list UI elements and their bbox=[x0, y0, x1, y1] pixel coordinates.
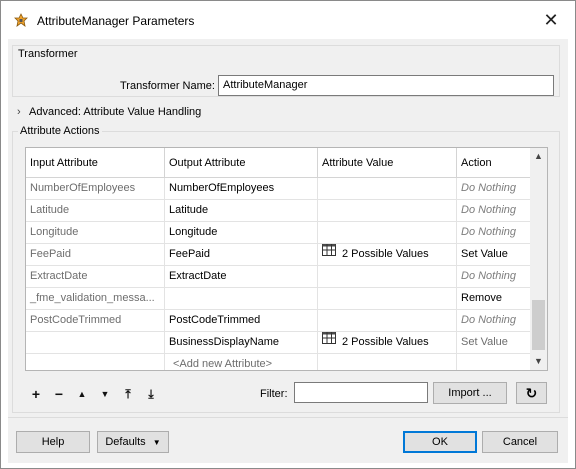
transformer-name-label: Transformer Name: bbox=[120, 80, 215, 92]
action-cell[interactable]: Do Nothing bbox=[457, 310, 530, 332]
scroll-thumb[interactable] bbox=[532, 300, 545, 350]
output-cell[interactable]: Longitude bbox=[165, 222, 318, 244]
column-header-action[interactable]: Action bbox=[457, 148, 530, 178]
table-row[interactable]: NumberOfEmployees NumberOfEmployees Do N… bbox=[26, 178, 530, 200]
output-cell[interactable] bbox=[165, 288, 318, 310]
output-cell[interactable]: BusinessDisplayName bbox=[165, 332, 318, 354]
value-cell[interactable] bbox=[318, 310, 457, 332]
value-cell[interactable] bbox=[318, 288, 457, 310]
output-cell[interactable]: FeePaid bbox=[165, 244, 318, 266]
advanced-section-toggle[interactable]: › Advanced: Attribute Value Handling bbox=[17, 106, 201, 118]
value-cell[interactable]: 2 Possible Values bbox=[318, 332, 457, 354]
footer-divider bbox=[8, 417, 568, 418]
value-cell[interactable] bbox=[318, 200, 457, 222]
table-row[interactable]: _fme_validation_messa... Remove bbox=[26, 288, 530, 310]
action-cell[interactable]: Do Nothing bbox=[457, 222, 530, 244]
move-down-button[interactable]: ▼ bbox=[96, 385, 114, 403]
output-cell[interactable]: PostCodeTrimmed bbox=[165, 310, 318, 332]
defaults-label: Defaults bbox=[105, 436, 146, 448]
transformer-group: Transformer Transformer Name: AttributeM… bbox=[12, 45, 560, 97]
refresh-button[interactable]: ↻ bbox=[516, 382, 547, 404]
table-grid-icon bbox=[322, 244, 336, 264]
value-cell[interactable] bbox=[318, 266, 457, 288]
table-row[interactable]: BusinessDisplayName 2 Possible Values Se… bbox=[26, 332, 530, 354]
column-header-input[interactable]: Input Attribute bbox=[26, 148, 165, 178]
remove-attribute-button[interactable]: − bbox=[50, 385, 68, 403]
add-attribute-button[interactable]: + bbox=[27, 385, 45, 403]
value-cell[interactable] bbox=[318, 354, 457, 370]
help-button[interactable]: Help bbox=[16, 431, 90, 453]
input-cell[interactable]: FeePaid bbox=[26, 244, 165, 266]
attribute-actions-label: Attribute Actions bbox=[18, 125, 102, 137]
input-cell[interactable] bbox=[26, 332, 165, 354]
input-cell[interactable]: _fme_validation_messa... bbox=[26, 288, 165, 310]
input-cell[interactable]: PostCodeTrimmed bbox=[26, 310, 165, 332]
output-cell[interactable]: ExtractDate bbox=[165, 266, 318, 288]
defaults-button[interactable]: Defaults ▼ bbox=[97, 431, 169, 453]
move-top-button[interactable]: ⤒ bbox=[119, 385, 137, 403]
title-bar: AttributeManager Parameters ✕ bbox=[1, 1, 575, 39]
table-row[interactable]: Longitude Longitude Do Nothing bbox=[26, 222, 530, 244]
add-new-row[interactable]: <Add new Attribute> bbox=[26, 354, 530, 370]
action-cell[interactable]: Do Nothing bbox=[457, 178, 530, 200]
add-new-attribute[interactable]: <Add new Attribute> bbox=[165, 354, 318, 370]
table-grid-icon bbox=[322, 332, 336, 352]
scroll-down-icon[interactable]: ▼ bbox=[530, 353, 547, 370]
window-title: AttributeManager Parameters bbox=[37, 14, 195, 28]
action-cell[interactable]: Do Nothing bbox=[457, 200, 530, 222]
close-button[interactable]: ✕ bbox=[541, 11, 561, 31]
vertical-scrollbar[interactable]: ▲ ▼ bbox=[530, 148, 547, 370]
filter-input[interactable] bbox=[294, 382, 428, 403]
action-cell[interactable]: Set Value bbox=[457, 332, 530, 354]
cancel-button[interactable]: Cancel bbox=[482, 431, 558, 453]
value-cell[interactable] bbox=[318, 178, 457, 200]
table-row[interactable]: Latitude Latitude Do Nothing bbox=[26, 200, 530, 222]
output-cell[interactable]: Latitude bbox=[165, 200, 318, 222]
move-up-button[interactable]: ▲ bbox=[73, 385, 91, 403]
transformer-name-field[interactable]: AttributeManager bbox=[218, 75, 554, 96]
column-header-output[interactable]: Output Attribute bbox=[165, 148, 318, 178]
advanced-section-label: Advanced: Attribute Value Handling bbox=[29, 106, 202, 118]
table-header: Input Attribute Output Attribute Attribu… bbox=[26, 148, 530, 178]
column-header-value[interactable]: Attribute Value bbox=[318, 148, 457, 178]
action-cell[interactable]: Set Value bbox=[457, 244, 530, 266]
chevron-right-icon: › bbox=[17, 106, 21, 118]
action-cell[interactable] bbox=[457, 354, 530, 370]
action-cell[interactable]: Do Nothing bbox=[457, 266, 530, 288]
action-cell[interactable]: Remove bbox=[457, 288, 530, 310]
scroll-up-icon[interactable]: ▲ bbox=[530, 148, 547, 165]
dialog-window: AttributeManager Parameters ✕ Transforme… bbox=[0, 0, 576, 469]
table-row[interactable]: PostCodeTrimmed PostCodeTrimmed Do Nothi… bbox=[26, 310, 530, 332]
refresh-icon: ↻ bbox=[525, 385, 538, 401]
input-cell[interactable]: NumberOfEmployees bbox=[26, 178, 165, 200]
value-text: 2 Possible Values bbox=[342, 336, 429, 348]
input-cell[interactable]: Longitude bbox=[26, 222, 165, 244]
filter-label: Filter: bbox=[260, 388, 288, 400]
input-cell[interactable] bbox=[26, 354, 165, 370]
table-row[interactable]: ExtractDate ExtractDate Do Nothing bbox=[26, 266, 530, 288]
value-cell[interactable] bbox=[318, 222, 457, 244]
close-icon: ✕ bbox=[543, 10, 559, 30]
attribute-table: Input Attribute Output Attribute Attribu… bbox=[25, 147, 548, 371]
input-cell[interactable]: ExtractDate bbox=[26, 266, 165, 288]
output-cell[interactable]: NumberOfEmployees bbox=[165, 178, 318, 200]
fme-transformer-icon bbox=[13, 13, 29, 29]
import-button[interactable]: Import ... bbox=[433, 382, 507, 404]
dialog-body: Transformer Transformer Name: AttributeM… bbox=[8, 39, 568, 463]
transformer-group-label: Transformer bbox=[18, 48, 78, 60]
input-cell[interactable]: Latitude bbox=[26, 200, 165, 222]
value-text: 2 Possible Values bbox=[342, 248, 429, 260]
value-cell[interactable]: 2 Possible Values bbox=[318, 244, 457, 266]
move-bottom-button[interactable]: ⤓ bbox=[142, 385, 160, 403]
chevron-down-icon: ▼ bbox=[152, 438, 161, 447]
ok-button[interactable]: OK bbox=[403, 431, 477, 453]
table-row[interactable]: FeePaid FeePaid 2 Possible Values Set Va… bbox=[26, 244, 530, 266]
